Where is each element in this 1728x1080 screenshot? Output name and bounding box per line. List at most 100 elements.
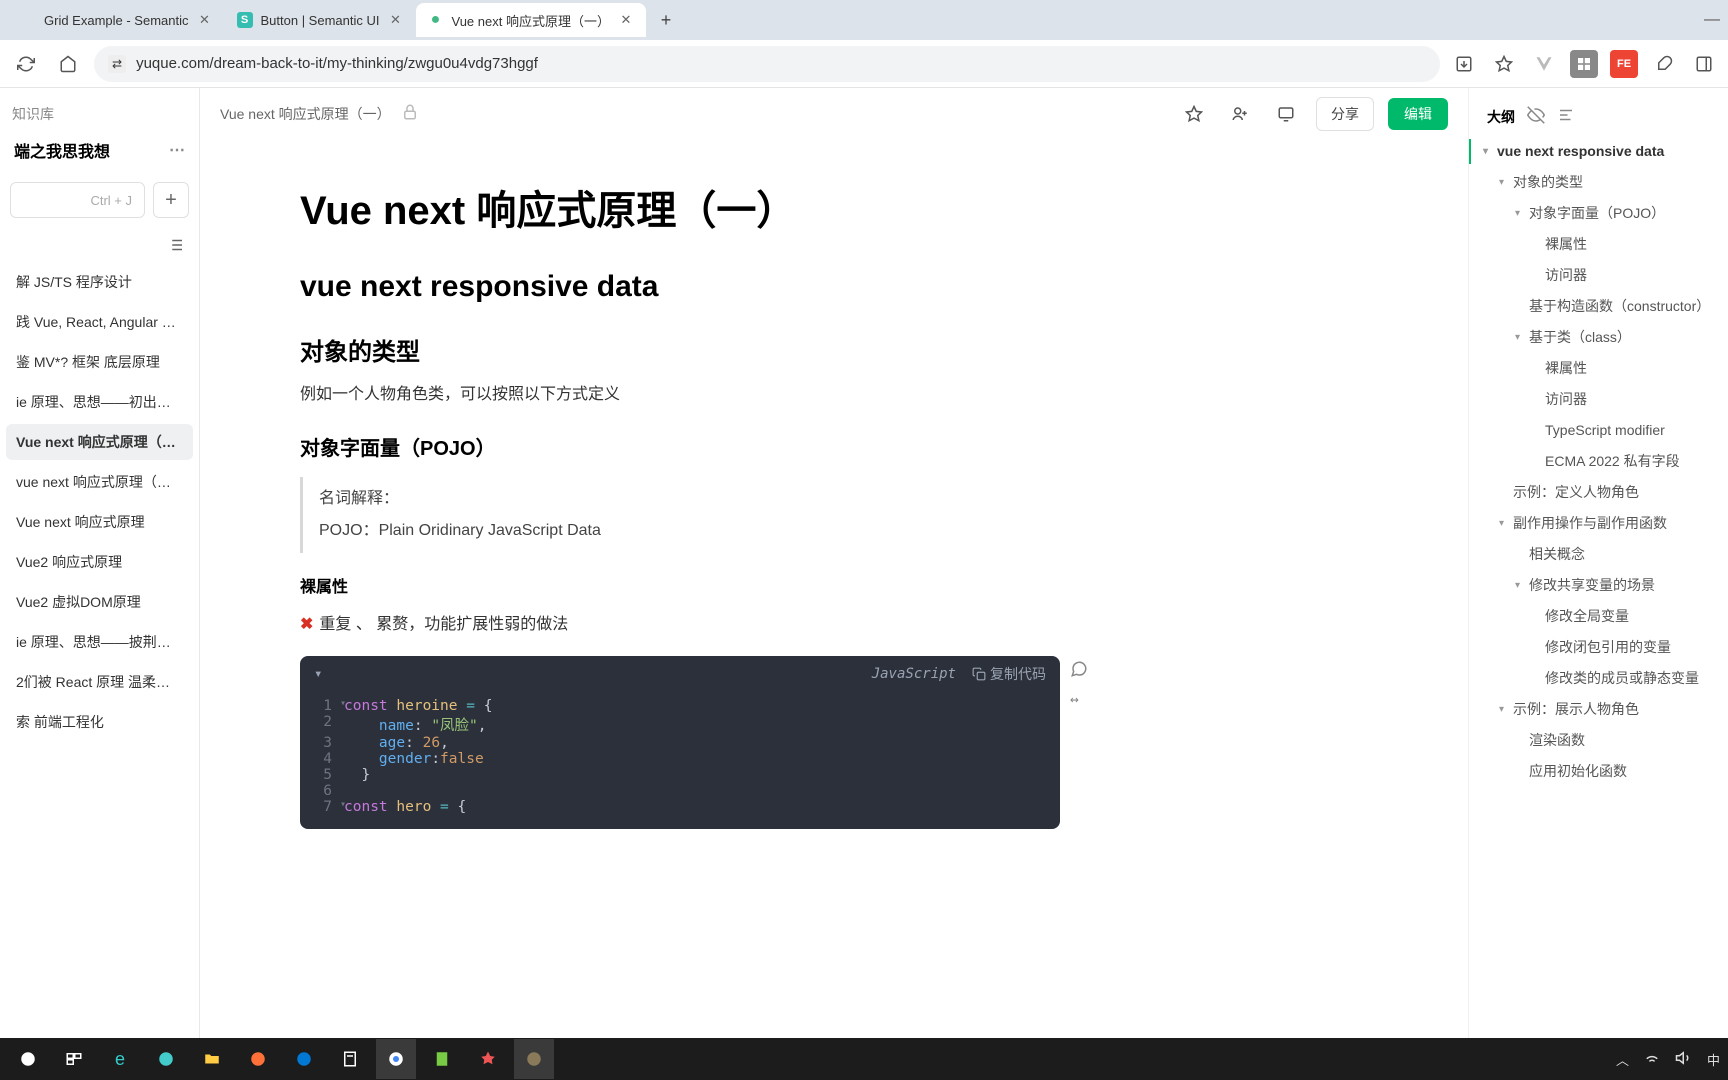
space-title[interactable]: 端之我思我想 xyxy=(14,138,110,162)
add-doc-button[interactable]: + xyxy=(153,182,189,218)
window-controls: — xyxy=(1704,11,1720,29)
task-view-icon[interactable] xyxy=(54,1039,94,1079)
sidebar-item[interactable]: 2们被 React 原理 温柔以待 xyxy=(6,664,193,700)
outline-item[interactable]: ▾对象的类型 xyxy=(1483,170,1718,195)
outline-item[interactable]: TypeScript modifier xyxy=(1483,418,1718,443)
outline-item[interactable]: ▾副作用操作与副作用函数 xyxy=(1483,511,1718,536)
calc-icon[interactable] xyxy=(330,1039,370,1079)
start-icon[interactable] xyxy=(8,1039,48,1079)
home-button[interactable] xyxy=(52,48,84,80)
sidebar-item[interactable]: 鉴 MV*? 框架 底层原理 xyxy=(6,344,193,380)
notes-icon[interactable] xyxy=(422,1039,462,1079)
outline-item[interactable]: 相关概念 xyxy=(1483,542,1718,567)
more-icon[interactable]: ⋯ xyxy=(169,140,185,160)
minimize-icon[interactable]: — xyxy=(1704,11,1720,29)
new-tab-button[interactable]: + xyxy=(652,6,680,34)
outline-item[interactable]: ECMA 2022 私有字段 xyxy=(1483,449,1718,474)
site-info-icon[interactable]: ⇄ xyxy=(108,55,126,73)
sidebar-item[interactable]: 索 前端工程化 xyxy=(6,704,193,740)
fold-icon[interactable]: ▾ xyxy=(314,666,322,682)
wifi-icon[interactable] xyxy=(1643,1049,1661,1070)
volume-icon[interactable] xyxy=(1675,1049,1693,1070)
close-icon[interactable]: ✕ xyxy=(197,12,213,28)
app-icon[interactable] xyxy=(468,1039,508,1079)
sidebar-item[interactable]: Vue2 响应式原理 xyxy=(6,544,193,580)
doc-body[interactable]: Vue next 响应式原理（一） vue next responsive da… xyxy=(200,140,1468,1038)
outline-item[interactable]: ▾对象字面量（POJO） xyxy=(1483,201,1718,226)
expand-icon[interactable]: ↔ xyxy=(1070,692,1088,708)
outline-item[interactable]: ▾修改共享变量的场景 xyxy=(1483,573,1718,598)
sidebar-item[interactable]: vue next 响应式原理（二） xyxy=(6,464,193,500)
ext-fe-icon[interactable]: FE xyxy=(1610,50,1638,78)
outline-item[interactable]: 渲染函数 xyxy=(1483,728,1718,753)
heading-2: vue next responsive data xyxy=(300,270,1060,304)
comment-icon[interactable] xyxy=(1070,660,1088,682)
outline-item[interactable]: 裸属性 xyxy=(1483,232,1718,257)
outline-item[interactable]: 访问器 xyxy=(1483,263,1718,288)
side-panel-icon[interactable] xyxy=(1690,50,1718,78)
quote-line: POJO：Plain Oridinary JavaScript Data xyxy=(319,515,1044,547)
sidebar-item[interactable]: 解 JS/TS 程序设计 xyxy=(6,264,193,300)
eye-off-icon[interactable] xyxy=(1527,106,1545,127)
ext-vue-icon[interactable] xyxy=(1530,50,1558,78)
sidebar-item[interactable]: ie 原理、思想——披荆斩棘 xyxy=(6,624,193,660)
browser-tab-2[interactable]: ● Vue next 响应式原理（一） ✕ xyxy=(416,3,646,37)
share-button[interactable]: 分享 xyxy=(1316,97,1374,131)
reload-button[interactable] xyxy=(10,48,42,80)
star-icon[interactable] xyxy=(1178,98,1210,130)
present-icon[interactable] xyxy=(1270,98,1302,130)
edge-icon[interactable] xyxy=(284,1039,324,1079)
tray-chevron-icon[interactable]: ︿ xyxy=(1616,1050,1629,1069)
collaborator-icon[interactable] xyxy=(1224,98,1256,130)
doc-title-breadcrumb[interactable]: Vue next 响应式原理（一） xyxy=(220,104,391,124)
taskbar: e ︿ 中 xyxy=(0,1038,1728,1080)
outline-item[interactable]: 裸属性 xyxy=(1483,356,1718,381)
browser-icon[interactable] xyxy=(146,1039,186,1079)
url-input[interactable]: ⇄ yuque.com/dream-back-to-it/my-thinking… xyxy=(94,46,1440,82)
sidebar-item[interactable]: Vue2 虚拟DOM原理 xyxy=(6,584,193,620)
ie-icon[interactable]: e xyxy=(100,1039,140,1079)
heading-1: Vue next 响应式原理（一） xyxy=(300,178,1060,236)
search-input[interactable]: Ctrl + J xyxy=(10,182,145,218)
text: 重复 、 累赘，功能扩展性弱的做法 xyxy=(319,616,568,633)
bookmark-star-icon[interactable] xyxy=(1490,50,1518,78)
outline-item[interactable]: 修改闭包引用的变量 xyxy=(1483,635,1718,660)
outline-item[interactable]: 示例：定义人物角色 xyxy=(1483,480,1718,505)
sidebar: 知识库 端之我思我想 ⋯ Ctrl + J + 解 JS/TS 程序设计践 Vu… xyxy=(0,88,200,1038)
quote-line: 名词解释： xyxy=(319,483,1044,515)
lock-icon xyxy=(401,103,419,124)
doc-actions: 分享 编辑 xyxy=(1178,97,1448,131)
sidebar-item[interactable]: ie 原理、思想——初出茅庐 xyxy=(6,384,193,420)
install-icon[interactable] xyxy=(1450,50,1478,78)
sidebar-item[interactable]: Vue next 响应式原理 xyxy=(6,504,193,540)
sidebar-item[interactable]: 践 Vue, React, Angular 程序... xyxy=(6,304,193,340)
kb-label: 知识库 xyxy=(0,98,199,130)
close-icon[interactable]: ✕ xyxy=(618,12,634,28)
outline-item[interactable]: 修改类的成员或静态变量 xyxy=(1483,666,1718,691)
edit-button[interactable]: 编辑 xyxy=(1388,98,1448,130)
outline-item[interactable]: ▾基于类（class） xyxy=(1483,325,1718,350)
extensions-icon[interactable] xyxy=(1650,50,1678,78)
terminal-icon[interactable] xyxy=(514,1039,554,1079)
outline-item[interactable]: ▾vue next responsive data xyxy=(1469,139,1718,164)
outline-item[interactable]: 修改全局变量 xyxy=(1483,604,1718,629)
close-icon[interactable]: ✕ xyxy=(388,12,404,28)
tab-title: Button | Semantic UI xyxy=(261,13,380,28)
toc-toggle-icon[interactable] xyxy=(0,232,199,264)
ime-indicator[interactable]: 中 xyxy=(1707,1050,1720,1069)
outline-item[interactable]: 访问器 xyxy=(1483,387,1718,412)
settings-icon[interactable] xyxy=(1557,106,1575,127)
browser-tab-0[interactable]: Grid Example - Semantic ✕ xyxy=(8,3,225,37)
firefox-icon[interactable] xyxy=(238,1039,278,1079)
chrome-icon[interactable] xyxy=(376,1039,416,1079)
outline-list: ▾vue next responsive data▾对象的类型▾对象字面量（PO… xyxy=(1483,139,1718,784)
outline-item[interactable]: ▾示例：展示人物角色 xyxy=(1483,697,1718,722)
sidebar-item[interactable]: Vue next 响应式原理（一） xyxy=(6,424,193,460)
copy-code-button[interactable]: 复制代码 xyxy=(972,664,1046,684)
outline-item[interactable]: 应用初始化函数 xyxy=(1483,759,1718,784)
explorer-icon[interactable] xyxy=(192,1039,232,1079)
browser-tab-1[interactable]: S Button | Semantic UI ✕ xyxy=(225,3,416,37)
outline-item[interactable]: 基于构造函数（constructor） xyxy=(1483,294,1718,319)
ext-grid-icon[interactable] xyxy=(1570,50,1598,78)
taskbar-left: e xyxy=(8,1039,554,1079)
